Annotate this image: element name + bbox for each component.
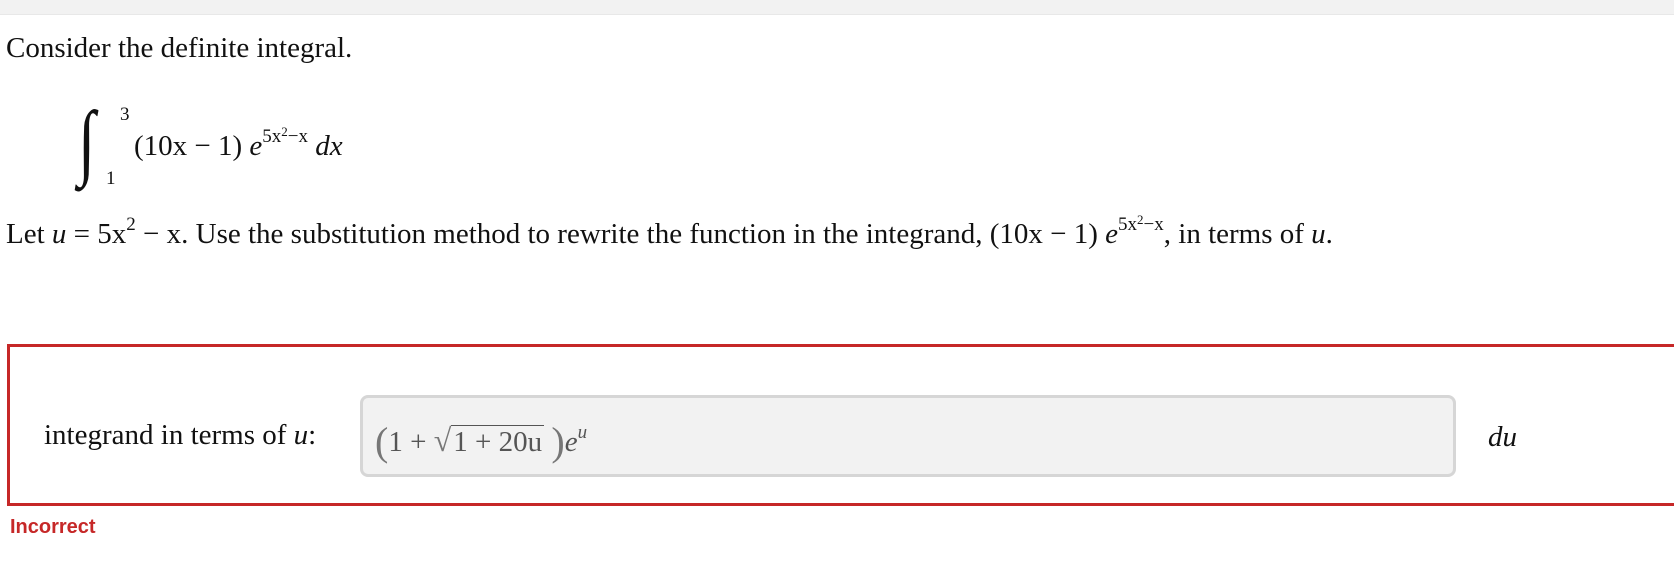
answer-label-text: integrand in terms of [44, 419, 287, 451]
substitution-power: 2 [126, 214, 136, 235]
differential: dx [315, 130, 343, 162]
answer-label-colon: : [308, 419, 317, 451]
exponent-tail: −x [287, 126, 309, 147]
exponent-power: 2 [281, 124, 288, 139]
instruction-ending: , in terms of [1163, 218, 1304, 250]
question-intro: Consider the definite integral. [6, 32, 353, 64]
close-paren: ) [551, 419, 565, 464]
answer-exponent: u [577, 422, 588, 443]
top-bar [0, 0, 1674, 15]
answer-box: integrand in terms of u: (1 + √1 + 20u )… [7, 344, 1674, 506]
equals-sign: = [73, 218, 91, 250]
u-variable: u [51, 218, 67, 250]
exponent-term: 5x [262, 126, 282, 147]
answer-base: e [564, 426, 578, 458]
answer-label: integrand in terms of u: [44, 419, 316, 452]
integrand-exponent: 5x2−x [262, 124, 309, 147]
definite-integral: ∫ 3 1 (10x − 1) e5x2−x dx [78, 100, 498, 200]
instruction-period: . [1325, 218, 1333, 250]
answer-label-var: u [293, 419, 309, 451]
instruction-integrand-base: e [1105, 218, 1119, 250]
substitution-instruction: Let u = 5x2 − x. Use the substitution me… [6, 212, 1333, 251]
radicand: 1 + 20u [451, 425, 545, 458]
lower-limit: 1 [106, 168, 116, 189]
substitution-expr-tail: − x [143, 218, 182, 250]
integrand-factor: (10x − 1) [134, 130, 243, 162]
square-root-icon: √ [433, 422, 452, 458]
instruction-integrand-exponent: 5x2−x [1118, 212, 1164, 235]
instruction-exp-term: 5x [1118, 214, 1138, 235]
substitution-expr: 5x [97, 218, 127, 250]
instruction-exp-power: 2 [1137, 212, 1144, 227]
instruction-exp-tail: −x [1143, 214, 1164, 235]
integrand-base: e [249, 130, 263, 162]
status-message: Incorrect [10, 516, 96, 538]
upper-limit: 3 [120, 104, 130, 125]
answer-differential: du [1488, 421, 1517, 453]
instruction-ending-var: u [1311, 218, 1326, 250]
let-word: Let [6, 218, 45, 250]
instruction-text: . Use the substitution method to rewrite… [181, 218, 983, 250]
answer-input-value: (1 + √1 + 20u )eu [375, 418, 587, 465]
integral-sign-icon: ∫ [78, 95, 96, 188]
instruction-integrand-factor: (10x − 1) [989, 218, 1098, 250]
answer-input[interactable]: (1 + √1 + 20u )eu [360, 395, 1456, 477]
answer-one: 1 + [388, 426, 427, 458]
integrand-expression: (10x − 1) e5x2−x dx [134, 124, 343, 163]
open-paren: ( [375, 419, 389, 464]
